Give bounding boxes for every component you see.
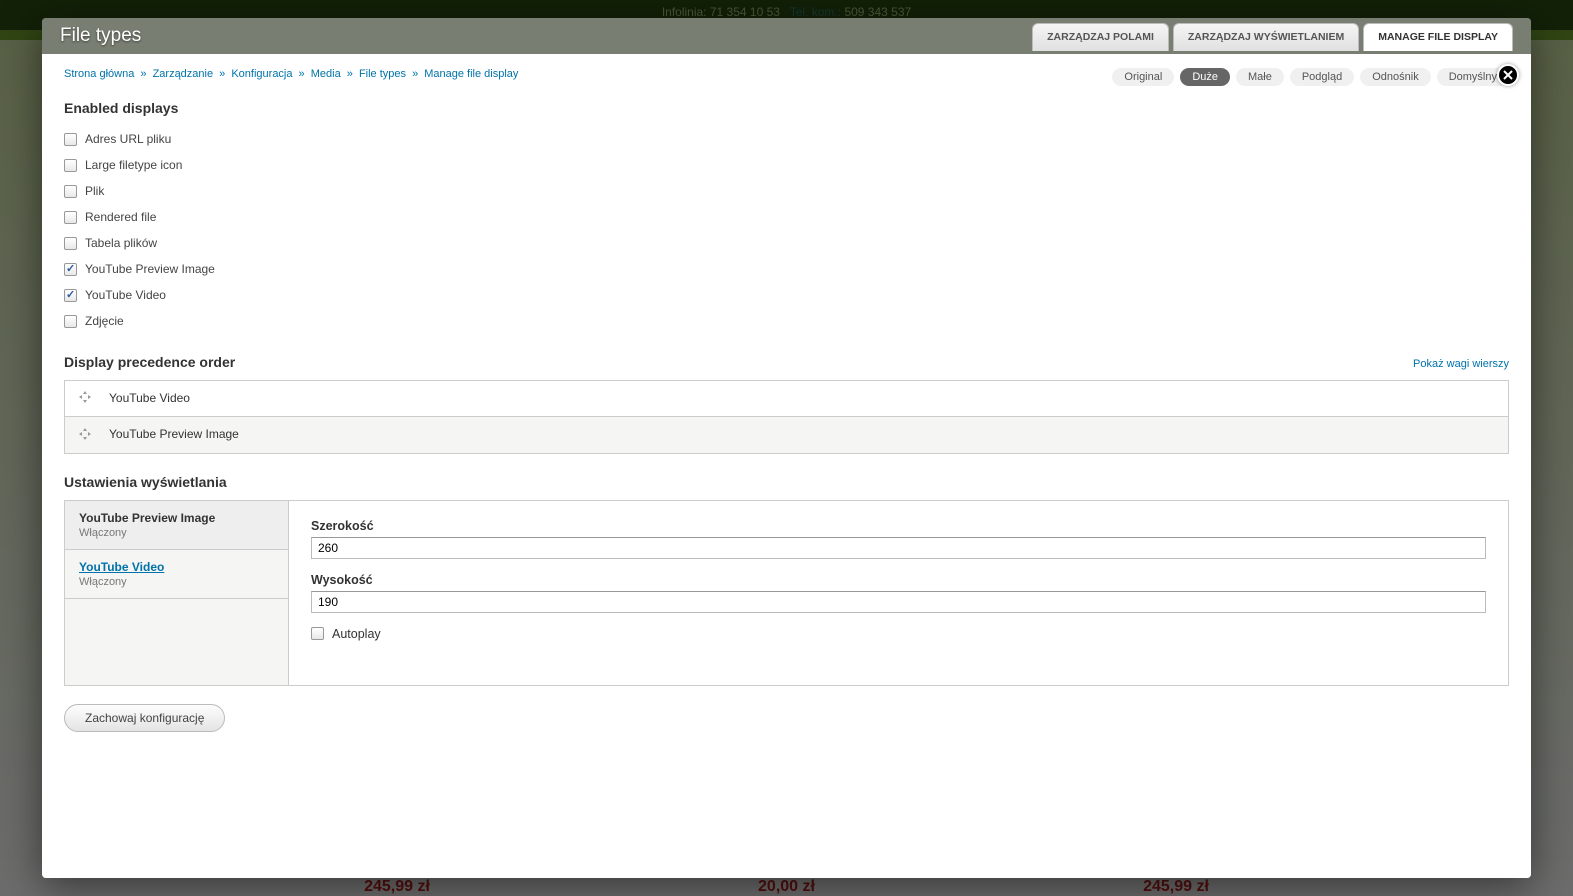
drag-handle-icon[interactable]	[79, 391, 93, 406]
enabled-display-label: Zdjęcie	[85, 314, 124, 328]
display-settings-vtabs: YouTube Preview ImageWłączonyYouTube Vid…	[64, 500, 1509, 686]
vtabs-filler	[65, 599, 289, 685]
vtabs-sidebar: YouTube Preview ImageWłączonyYouTube Vid…	[65, 501, 289, 685]
width-label: Szerokość	[311, 519, 1486, 533]
table-row[interactable]: YouTube Preview Image	[65, 417, 1509, 453]
enabled-display-label: Large filetype icon	[85, 158, 182, 172]
breadcrumb-link[interactable]: Zarządzanie	[153, 68, 214, 80]
settings-panel: Szerokość Wysokość Autoplay	[289, 501, 1508, 685]
enabled-display-item: Tabela plików	[64, 230, 1509, 256]
enabled-display-checkbox[interactable]	[64, 237, 77, 250]
primary-tab[interactable]: Zarządzaj wyświetlaniem	[1173, 23, 1359, 51]
height-label: Wysokość	[311, 573, 1486, 587]
enabled-display-checkbox[interactable]	[64, 289, 77, 302]
modal-header: File types Zarządzaj polamiZarządzaj wyś…	[42, 18, 1531, 54]
primary-tab[interactable]: Manage file display	[1363, 23, 1513, 51]
enabled-display-label: YouTube Video	[85, 288, 166, 302]
breadcrumb-link[interactable]: Konfiguracja	[231, 68, 292, 80]
height-input[interactable]	[311, 591, 1486, 613]
secondary-tab[interactable]: Duże	[1180, 68, 1230, 86]
enabled-display-checkbox[interactable]	[64, 159, 77, 172]
precedence-label: YouTube Preview Image	[109, 427, 239, 441]
show-row-weights-link[interactable]: Pokaż wagi wierszy	[1413, 358, 1509, 370]
primary-tab[interactable]: Zarządzaj polami	[1032, 23, 1169, 51]
precedence-label: YouTube Video	[109, 391, 190, 405]
breadcrumb-separator: »	[216, 68, 228, 80]
precedence-table: YouTube Video YouTube Preview Image	[64, 380, 1509, 454]
breadcrumb-link[interactable]: Media	[311, 68, 341, 80]
autoplay-checkbox[interactable]	[311, 627, 324, 640]
breadcrumb-separator: »	[344, 68, 356, 80]
enabled-display-item: Large filetype icon	[64, 152, 1509, 178]
enabled-display-label: Tabela plików	[85, 236, 157, 250]
enabled-display-checkbox[interactable]	[64, 133, 77, 146]
vertical-tab[interactable]: YouTube Video Włączony	[65, 550, 288, 599]
close-icon[interactable]	[1497, 64, 1519, 86]
enabled-display-item: YouTube Preview Image	[64, 256, 1509, 282]
secondary-tab[interactable]: Original	[1112, 68, 1174, 86]
vtab-title: YouTube Preview Image	[79, 511, 274, 525]
enabled-display-item: YouTube Video	[64, 282, 1509, 308]
vtab-title: YouTube Video	[79, 560, 274, 574]
autoplay-label: Autoplay	[332, 627, 381, 641]
enabled-displays-list: Adres URL pliku Large filetype icon Plik Re…	[64, 126, 1509, 334]
breadcrumb-separator: »	[296, 68, 308, 80]
breadcrumb-separator: »	[137, 68, 149, 80]
enabled-display-item: Zdjęcie	[64, 308, 1509, 334]
height-field-row: Wysokość	[311, 573, 1486, 613]
width-field-row: Szerokość	[311, 519, 1486, 559]
precedence-heading: Display precedence order	[64, 354, 1509, 370]
enabled-display-label: YouTube Preview Image	[85, 262, 215, 276]
drag-handle-icon[interactable]	[79, 428, 93, 443]
primary-tabs: Zarządzaj polamiZarządzaj wyświetlaniemM…	[1032, 22, 1513, 50]
breadcrumb-link[interactable]: Strona główna	[64, 68, 134, 80]
autoplay-field-row: Autoplay	[311, 627, 1486, 641]
enabled-display-checkbox[interactable]	[64, 315, 77, 328]
page-title: File types	[60, 25, 141, 47]
enabled-display-item: Adres URL pliku	[64, 126, 1509, 152]
width-input[interactable]	[311, 537, 1486, 559]
save-button[interactable]: Zachowaj konfigurację	[64, 704, 225, 732]
enabled-display-item: Rendered file	[64, 204, 1509, 230]
enabled-display-label: Rendered file	[85, 210, 156, 224]
breadcrumb-link[interactable]: Manage file display	[424, 68, 518, 80]
enabled-display-item: Plik	[64, 178, 1509, 204]
vtab-summary: Włączony	[79, 527, 274, 539]
enabled-display-label: Adres URL pliku	[85, 132, 171, 146]
display-settings-heading: Ustawienia wyświetlania	[64, 474, 1509, 490]
vtab-summary: Włączony	[79, 576, 274, 588]
admin-overlay-modal: File types Zarządzaj polamiZarządzaj wyś…	[42, 18, 1531, 878]
enabled-displays-heading: Enabled displays	[64, 100, 1509, 116]
vertical-tab[interactable]: YouTube Preview Image Włączony	[65, 501, 288, 550]
enabled-display-label: Plik	[85, 184, 104, 198]
table-row[interactable]: YouTube Video	[65, 381, 1509, 417]
breadcrumb-separator: »	[409, 68, 421, 80]
enabled-display-checkbox[interactable]	[64, 263, 77, 276]
enabled-display-checkbox[interactable]	[64, 185, 77, 198]
secondary-tab[interactable]: Małe	[1236, 68, 1284, 86]
vtabs-list: YouTube Preview ImageWłączonyYouTube Vid…	[65, 501, 289, 599]
secondary-tabs: OriginalDużeMałePodglądOdnośnikDomyślny	[1112, 68, 1509, 86]
precedence-cell: YouTube Preview Image	[65, 417, 1509, 453]
modal-body: OriginalDużeMałePodglądOdnośnikDomyślny …	[42, 54, 1531, 878]
secondary-tab[interactable]: Odnośnik	[1360, 68, 1430, 86]
enabled-display-checkbox[interactable]	[64, 211, 77, 224]
secondary-tab[interactable]: Podgląd	[1290, 68, 1354, 86]
breadcrumb-link[interactable]: File types	[359, 68, 406, 80]
precedence-cell: YouTube Video	[65, 381, 1509, 417]
